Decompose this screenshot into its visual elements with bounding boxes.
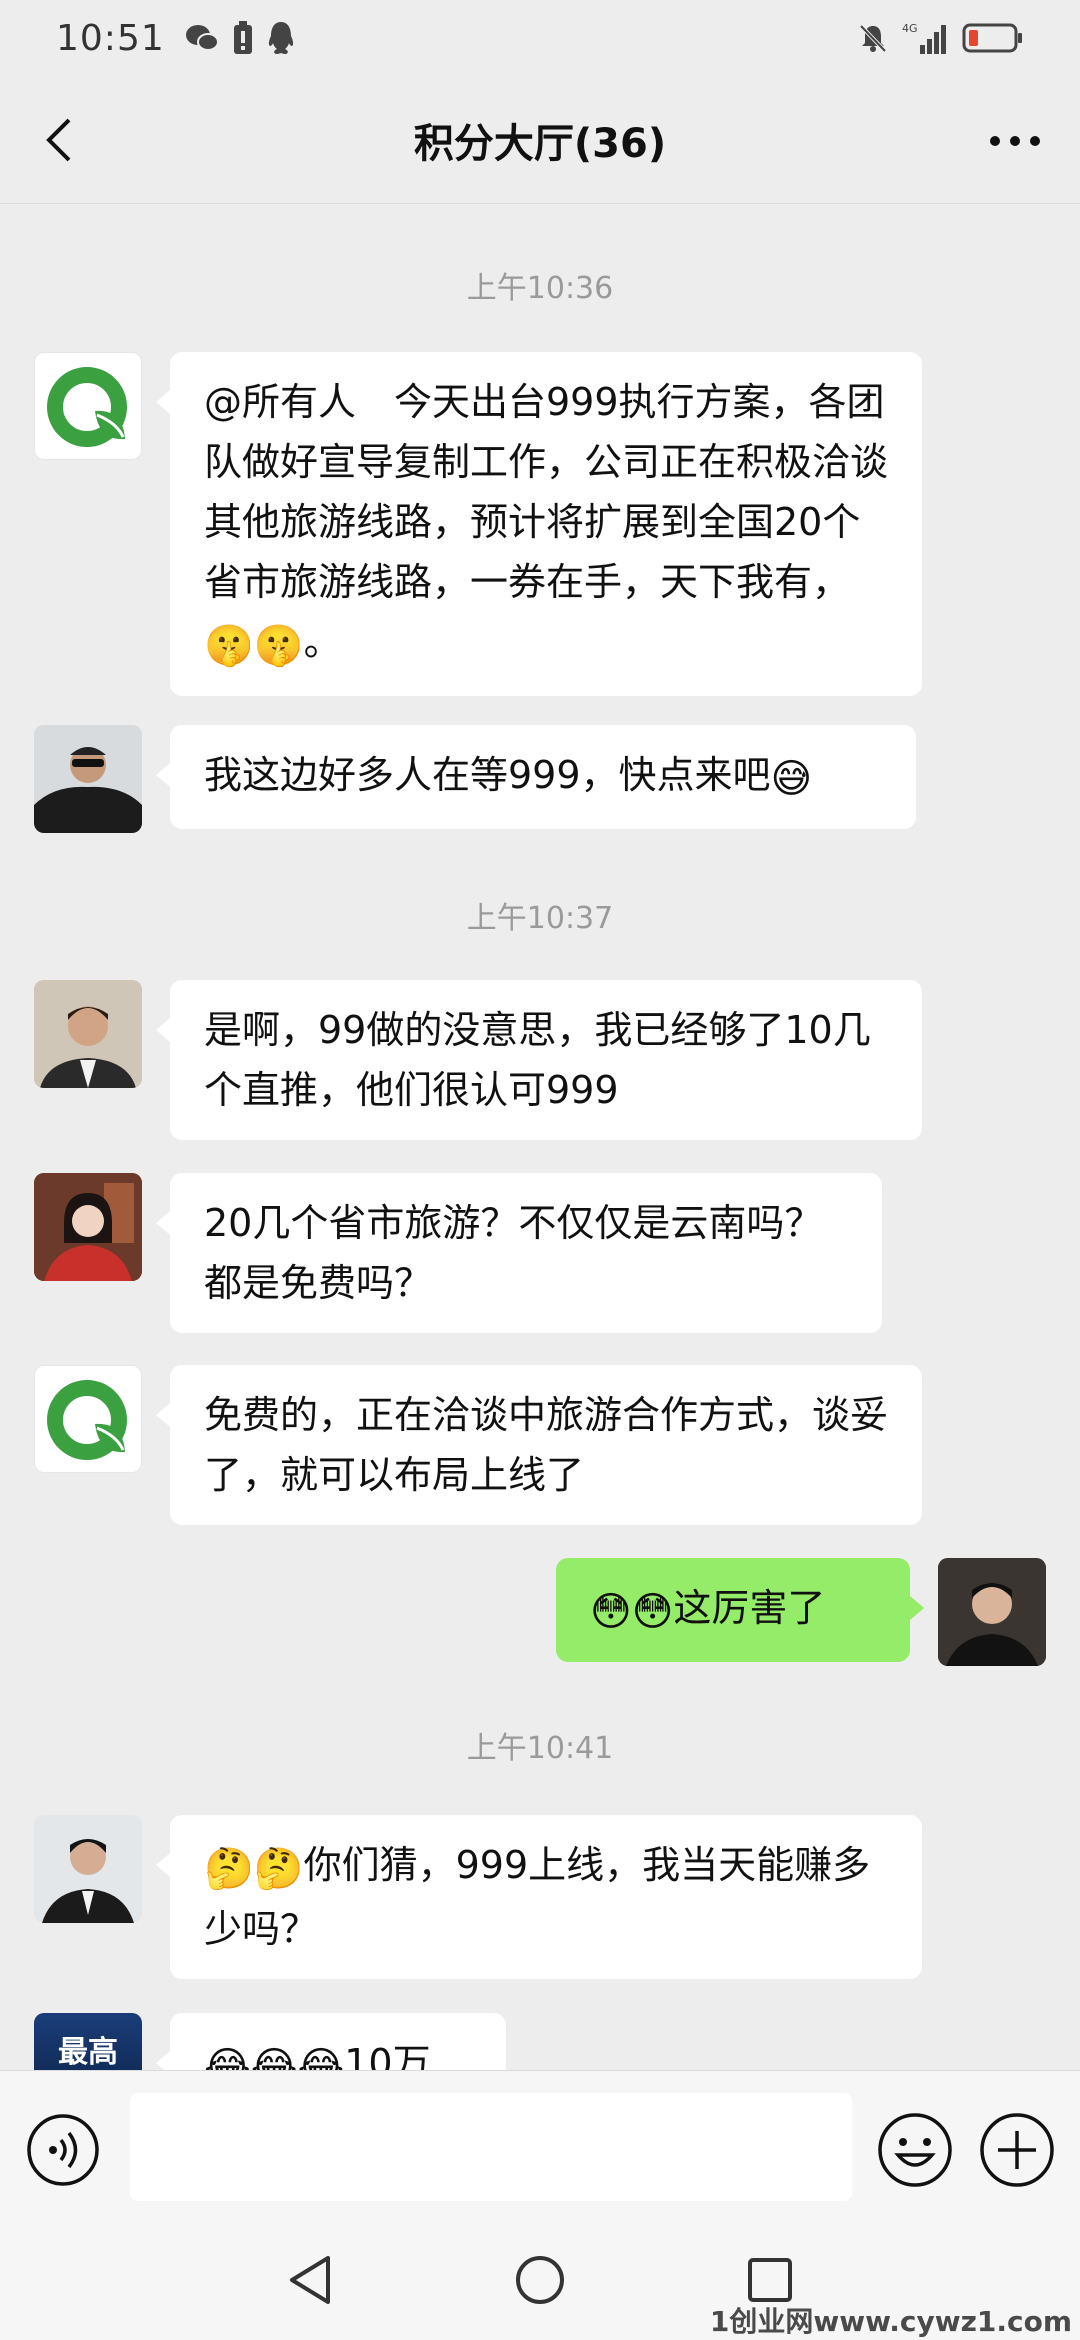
nav-home-button[interactable] [510, 2250, 570, 2310]
message-text: 我这边好多人在等999，快点来吧 [204, 753, 771, 797]
voice-icon [27, 2114, 99, 2186]
circle-home-icon [516, 2256, 564, 2304]
status-time: 10:51 [56, 17, 165, 59]
watermark: 1创业网www.cywz1.com [709, 2305, 1072, 2338]
avatar-user[interactable] [34, 1815, 142, 1923]
system-nav-bar: 1创业网www.cywz1.com [0, 2220, 1080, 2340]
battery-alert-icon [233, 21, 253, 55]
company-logo-icon [47, 367, 127, 447]
message-bubble[interactable]: 😂😂😂10万 [156, 2013, 506, 2070]
chat-message-list[interactable]: 上午10:36 @所有人 今天出台999执行方案，各团队做好宣导复制工作，公司正… [0, 205, 1080, 2070]
avatar-user[interactable] [34, 725, 142, 833]
wechat-notification-icon [185, 23, 219, 53]
message-bubble[interactable]: 免费的，正在洽谈中旅游合作方式，谈妥了，就可以布局上线了 [156, 1365, 922, 1525]
message-bubble[interactable]: 是啊，99做的没意思，我已经够了10几个直推，他们很认可999 [156, 980, 922, 1140]
battery-icon [962, 22, 1024, 54]
message-text: 你们猜，999上线，我当天能赚多少吗？ [204, 1843, 871, 1951]
plus-icon [980, 2113, 1054, 2187]
message-text: @所有人 今天出台999执行方案，各团队做好宣导复制工作，公司正在积极洽谈其他旅… [204, 380, 889, 604]
avatar-user[interactable] [34, 1173, 142, 1281]
person-avatar-icon [34, 1815, 142, 1923]
avatar-banner-text: 最高 [58, 2035, 118, 2070]
message-text: 是啊，99做的没意思，我已经够了10几个直推，他们很认可999 [204, 1008, 871, 1112]
person-avatar-icon [34, 980, 142, 1088]
thinking-emoji-icon: 🤔🤔 [204, 1846, 304, 1892]
message-text: 10万 [344, 2041, 431, 2070]
message-input[interactable] [130, 2093, 852, 2201]
message-bubble[interactable]: 20几个省市旅游？不仅仅是云南吗？都是免费吗？ [156, 1173, 882, 1333]
more-options-button[interactable] [980, 116, 1050, 166]
my-message-bubble[interactable]: 😳😳这厉害了 [556, 1558, 924, 1662]
chat-header: 积分大厅(36) [0, 76, 1080, 204]
message-text: 20几个省市旅游？不仅仅是云南吗？都是免费吗？ [204, 1201, 823, 1305]
company-logo-icon [47, 1380, 127, 1460]
nav-back-button[interactable] [280, 2250, 340, 2310]
message-text: 免费的，正在洽谈中旅游合作方式，谈妥了，就可以布局上线了 [204, 1393, 889, 1497]
back-button[interactable] [30, 108, 90, 172]
emoji-button[interactable] [876, 2111, 954, 2189]
person-avatar-icon [34, 1173, 142, 1281]
message-bubble[interactable]: 🤔🤔你们猜，999上线，我当天能赚多少吗？ [156, 1815, 922, 1979]
chat-title: 积分大厅(36) [413, 120, 667, 167]
square-recents-icon [748, 2258, 792, 2302]
avatar-group-logo[interactable] [34, 352, 142, 460]
message-bubble[interactable]: 我这边好多人在等999，快点来吧😅 [156, 725, 916, 829]
avatar-user-banner[interactable]: 最高 [34, 2013, 142, 2070]
timestamp: 上午10:41 [466, 1731, 614, 1766]
avatar-self[interactable] [938, 1558, 1046, 1666]
more-dots-icon [990, 136, 1040, 146]
avatar-group-logo[interactable] [34, 1365, 142, 1473]
shush-emoji-icon: 🤫🤫 [204, 623, 304, 669]
triangle-back-icon [290, 2256, 330, 2304]
svg-text:4G: 4G [902, 22, 918, 35]
timestamp: 上午10:37 [466, 901, 614, 936]
message-text: 这厉害了 [673, 1586, 826, 1630]
qq-notification-icon [267, 21, 295, 55]
more-functions-button[interactable] [978, 2111, 1056, 2189]
tears-of-joy-emoji-icon: 😂😂😂 [204, 2044, 345, 2070]
timestamp: 上午10:36 [466, 271, 614, 306]
smiley-face-icon [878, 2113, 952, 2187]
message-bubble[interactable]: @所有人 今天出台999执行方案，各团队做好宣导复制工作，公司正在积极洽谈其他旅… [156, 352, 922, 696]
message-text-suffix: 。 [303, 620, 342, 664]
chevron-left-icon [46, 118, 71, 162]
voice-input-button[interactable] [26, 2113, 100, 2187]
avatar-user[interactable] [34, 980, 142, 1088]
flushed-emoji-icon: 😳😳 [590, 1589, 674, 1635]
person-avatar-icon [938, 1558, 1046, 1666]
signal-4g-icon: 4G [902, 21, 948, 55]
mute-bell-icon [858, 23, 888, 53]
person-avatar-icon [34, 725, 142, 833]
grin-sweat-emoji-icon: 😅 [770, 756, 813, 802]
status-bar: 10:51 4G [0, 0, 1080, 76]
input-bar [0, 2070, 1080, 2220]
